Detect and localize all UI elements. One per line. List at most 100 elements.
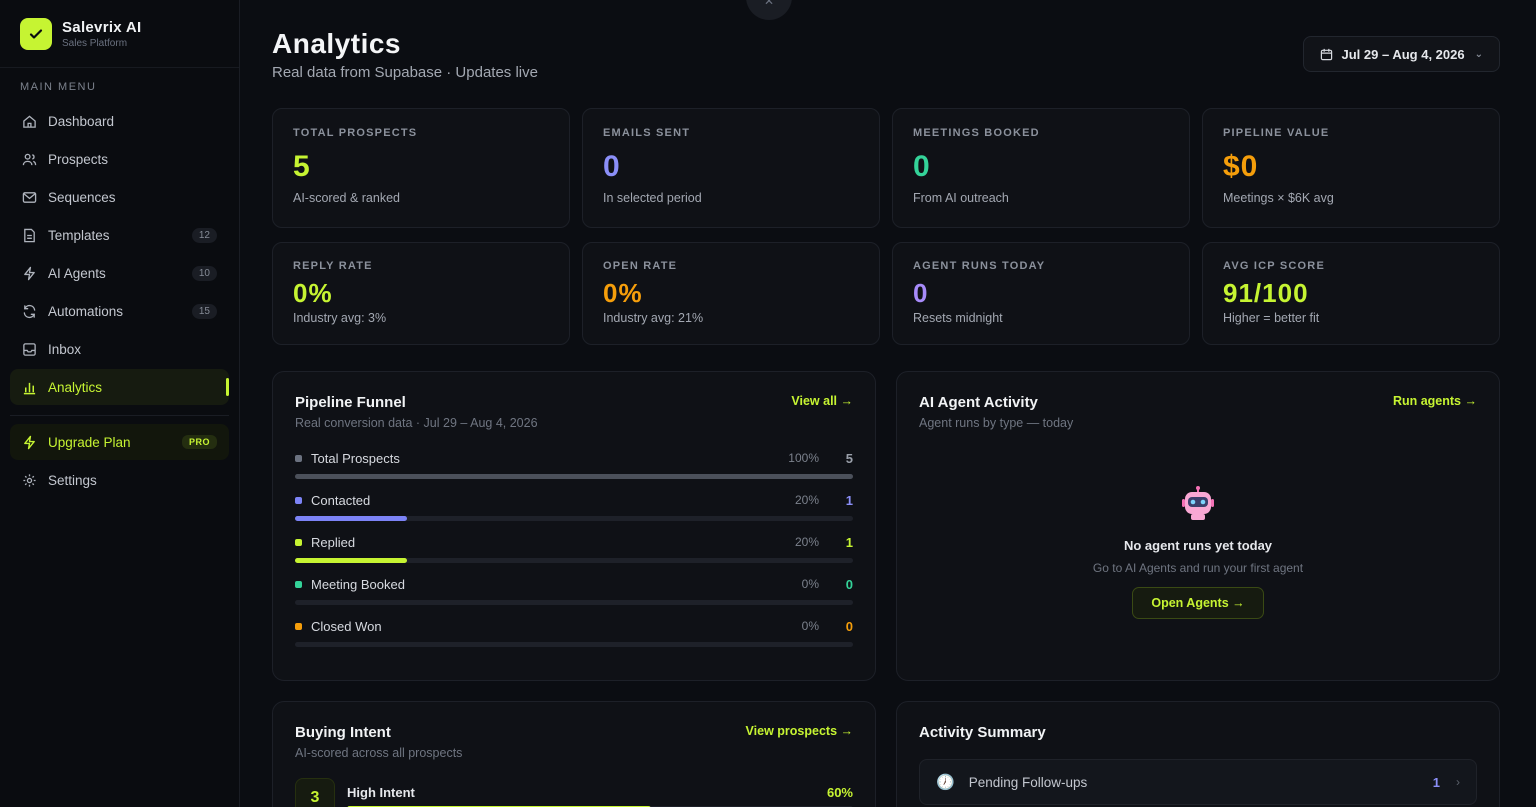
stat-value: $0 <box>1223 150 1259 183</box>
bolt-icon <box>24 266 35 280</box>
sidebar-item-sequences[interactable]: Sequences <box>10 179 229 215</box>
file-icon <box>24 228 35 242</box>
funnel-bar-track <box>295 642 853 647</box>
sidebar-item-settings[interactable]: Settings <box>10 462 229 498</box>
funnel-bar-track <box>295 516 853 521</box>
sidebar-item-templates[interactable]: Templates 12 <box>10 217 229 253</box>
view-all-link[interactable]: View all → <box>791 394 853 408</box>
funnel-bar-fill <box>295 558 407 563</box>
stat-label: REPLY RATE <box>293 260 373 272</box>
funnel-bar-track <box>295 558 853 563</box>
funnel-label: Total Prospects <box>311 450 400 466</box>
clock-icon: 🕖 <box>936 774 955 791</box>
app-root: Salevrix AI Sales Platform MAIN MENU Das… <box>0 0 1536 807</box>
sidebar-item-automations[interactable]: Automations 15 <box>10 293 229 329</box>
sidebar-item-prospects[interactable]: Prospects <box>10 141 229 177</box>
funnel-dot <box>295 580 302 588</box>
stat-card: AVG ICP SCORE 91/100 Higher = better fit <box>1202 242 1500 345</box>
funnel-label: Meeting Booked <box>311 576 405 592</box>
brand-subtitle: Sales Platform <box>62 37 128 49</box>
sidebar: Salevrix AI Sales Platform MAIN MENU Das… <box>0 0 240 807</box>
inbox-icon <box>23 342 36 356</box>
empty-subtitle: Go to AI Agents and run your first agent <box>1092 561 1304 575</box>
stat-label: AGENT RUNS TODAY <box>913 260 1046 272</box>
sidebar-item-label: Sequences <box>48 189 116 205</box>
chevron-right-icon: › <box>1456 775 1460 789</box>
menu-title: MAIN MENU <box>20 81 97 93</box>
panels-row: Pipeline Funnel Real conversion data · J… <box>272 371 1500 681</box>
summary-label: Pending Follow-ups <box>968 774 1088 790</box>
stat-card: MEETINGS BOOKED 0 From AI outreach <box>892 108 1190 228</box>
date-range-picker[interactable]: Jul 29 – Aug 4, 2026 ⌄ <box>1302 36 1500 72</box>
upgrade-label: Upgrade Plan <box>48 434 131 450</box>
stat-value: 5 <box>293 150 311 183</box>
pro-badge: PRO <box>181 435 217 449</box>
funnel-bar-track <box>295 474 853 479</box>
sidebar-item-dashboard[interactable]: Dashboard <box>10 103 229 139</box>
intent-row-high[interactable]: 3 High Intent 60% <box>295 778 853 807</box>
funnel-label: Replied <box>311 534 356 550</box>
page-header: Analytics Real data from Supabase · Upda… <box>272 0 1500 108</box>
funnel-percent: 20% <box>794 493 819 507</box>
funnel-count: 1 <box>845 534 853 550</box>
sidebar-item-label: Templates <box>48 227 110 243</box>
funnel-percent: 0% <box>801 619 819 633</box>
funnel-row[interactable]: Closed Won 0% 0 <box>295 616 853 658</box>
stat-subtext: Meetings × $6K avg <box>1223 191 1334 205</box>
sidebar-item-label: Automations <box>48 303 124 319</box>
funnel-row[interactable]: Meeting Booked 0% 0 <box>295 574 853 616</box>
ai-agents-count-badge: 10 <box>191 265 217 281</box>
stat-label: AVG ICP SCORE <box>1223 260 1325 272</box>
open-agents-button[interactable]: Open Agents → <box>1132 587 1264 619</box>
sidebar-item-ai-agents[interactable]: AI Agents 10 <box>10 255 229 291</box>
calendar-icon <box>1320 48 1332 60</box>
sidebar-item-inbox[interactable]: Inbox <box>10 331 229 367</box>
funnel-row[interactable]: Replied 20% 1 <box>295 532 853 574</box>
stat-card: REPLY RATE 0% Industry avg: 3% <box>272 242 570 345</box>
users-icon <box>22 153 37 165</box>
funnel-subtitle: Real conversion data · Jul 29 – Aug 4, 2… <box>295 416 538 430</box>
stats-grid: TOTAL PROSPECTS 5 AI-scored & ranked EMAILS… <box>272 108 1500 345</box>
main-content: ✕ Analytics Real data from Supabase · Up… <box>240 0 1536 807</box>
bar-chart-icon <box>23 382 36 394</box>
funnel-row[interactable]: Contacted 20% 1 <box>295 490 853 532</box>
funnel-count: 5 <box>845 450 853 466</box>
activity-summary-card: Activity Summary 🕖 Pending Follow-ups 1 … <box>896 701 1500 807</box>
stat-subtext: From AI outreach <box>913 191 1009 205</box>
funnel-percent: 0% <box>801 577 819 591</box>
empty-title: No agent runs yet today <box>1123 538 1273 553</box>
view-prospects-link[interactable]: View prospects → <box>746 724 853 738</box>
stat-label: TOTAL PROSPECTS <box>293 127 418 139</box>
sidebar-item-label: Analytics <box>48 379 103 395</box>
chevron-down-icon: ⌄ <box>1474 48 1483 60</box>
sidebar-item-label: AI Agents <box>48 265 106 281</box>
intent-label: High Intent <box>347 785 415 800</box>
funnel-bar-fill <box>295 474 853 479</box>
date-range-label: Jul 29 – Aug 4, 2026 <box>1341 46 1465 62</box>
stat-subtext: Industry avg: 3% <box>293 311 387 325</box>
funnel-list: Total Prospects 100% 5 Contacted 20% 1 Replied… <box>295 448 853 658</box>
buying-intent-card: Buying Intent AI-scored across all prosp… <box>272 701 876 807</box>
stat-value: 91/100 <box>1223 278 1309 308</box>
brand[interactable]: Salevrix AI Sales Platform <box>0 0 239 68</box>
sidebar-item-analytics[interactable]: Analytics <box>10 369 229 405</box>
stat-label: PIPELINE VALUE <box>1223 127 1330 139</box>
automations-count-badge: 15 <box>191 303 217 319</box>
run-agents-link[interactable]: Run agents → <box>1393 394 1477 408</box>
stat-subtext: Industry avg: 21% <box>603 311 704 325</box>
funnel-bar-fill <box>295 516 407 521</box>
sidebar-item-label: Settings <box>48 472 97 488</box>
stat-card: TOTAL PROSPECTS 5 AI-scored & ranked <box>272 108 570 228</box>
funnel-row[interactable]: Total Prospects 100% 5 <box>295 448 853 490</box>
agents-title: AI Agent Activity <box>919 394 1038 411</box>
sidebar-item-label: Inbox <box>48 341 82 357</box>
funnel-title: Pipeline Funnel <box>295 394 406 411</box>
robot-icon <box>1182 486 1214 520</box>
summary-title: Activity Summary <box>919 724 1046 741</box>
stat-label: MEETINGS BOOKED <box>913 127 1040 139</box>
upgrade-plan-button[interactable]: Upgrade Plan PRO <box>10 424 229 460</box>
sidebar-item-label: Prospects <box>48 151 109 167</box>
summary-row-pending-followups[interactable]: 🕖 Pending Follow-ups 1 › <box>919 759 1477 805</box>
stat-label: OPEN RATE <box>603 260 678 272</box>
gear-icon <box>23 473 36 487</box>
